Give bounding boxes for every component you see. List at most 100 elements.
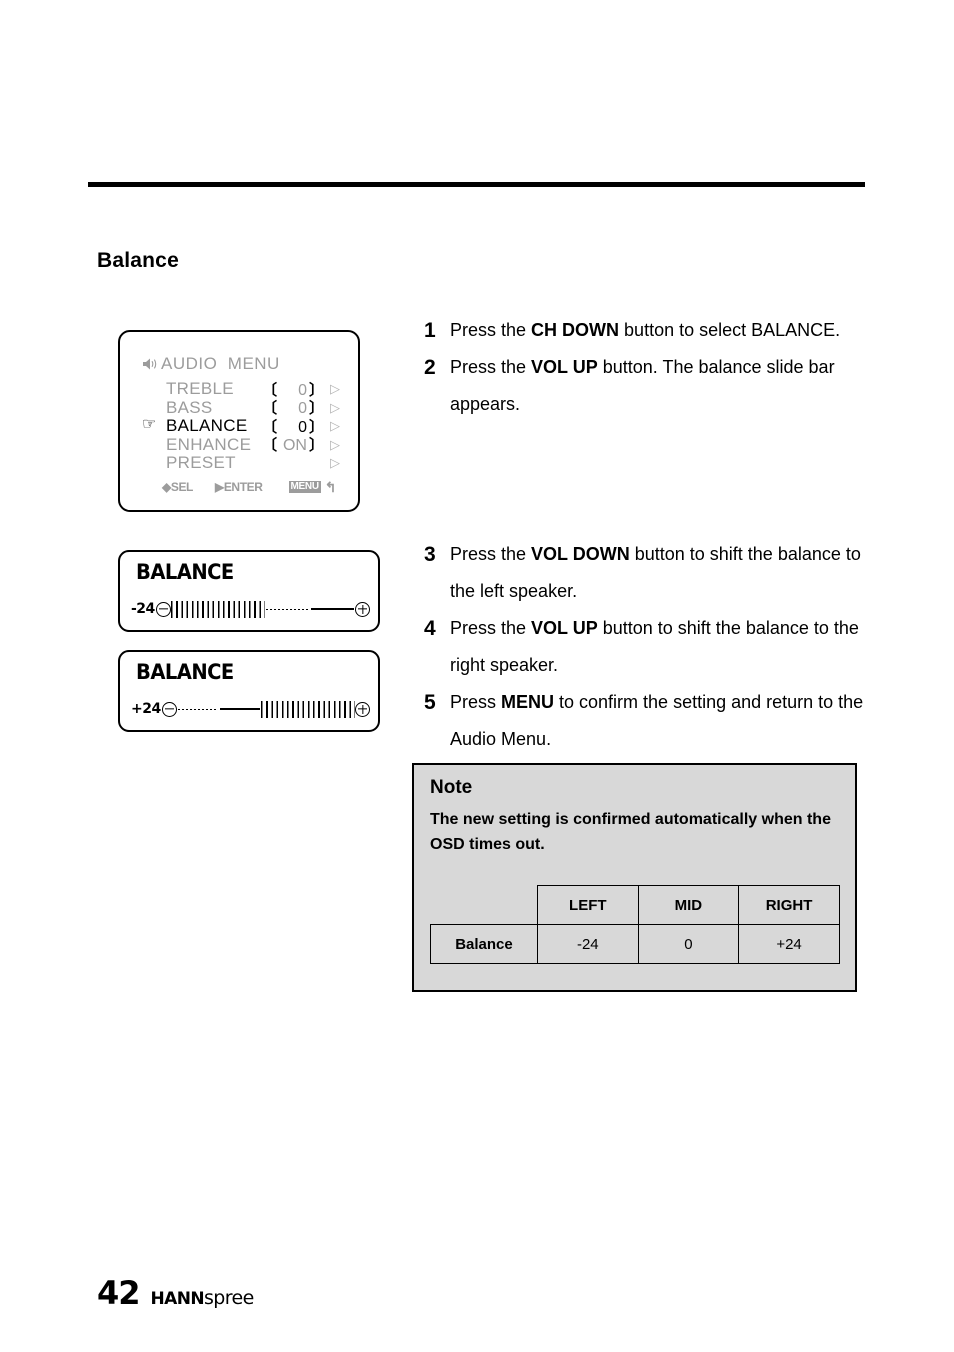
table-cell: -24 xyxy=(536,924,639,964)
instruction-step-3: 3 Press the VOL DOWN button to shift the … xyxy=(424,536,864,610)
instruction-step-4: 4 Press the VOL UP button to shift the ba… xyxy=(424,610,864,684)
page-title: Balance xyxy=(97,249,179,272)
instruction-text-run: button to select BALANCE. xyxy=(619,320,841,340)
balance-bar-right-title: BALANCE xyxy=(136,660,234,684)
balance-bar-left-ticks xyxy=(170,600,265,618)
instruction-step-number: 2 xyxy=(424,356,436,379)
instruction-step-number: 3 xyxy=(424,543,436,566)
osd-hint-enter-label: ENTER xyxy=(223,480,263,494)
osd-item-enhance[interactable]: ENHANCE 〔 ON 〕 ▷ xyxy=(166,434,340,455)
plus-circle-icon xyxy=(355,601,371,617)
balance-bar-right-solid xyxy=(219,708,260,710)
balance-bar-left-track: -24 xyxy=(131,598,371,620)
bracket-close-icon: 〕 xyxy=(308,436,324,455)
osd-hint-menu: MENU ↰ xyxy=(288,478,337,496)
minus-circle-icon xyxy=(161,701,177,717)
balance-bar-left-amount: -24 xyxy=(131,601,155,617)
note-body: The new setting is confirmed automatical… xyxy=(430,811,831,853)
brand-logo: HANNspree xyxy=(150,1285,255,1309)
minus-circle-icon xyxy=(155,601,171,617)
note-panel: Note The new setting is confirmed automa… xyxy=(412,763,857,992)
play-triangle-icon: ▶ xyxy=(214,480,224,494)
instruction-step-text: Press the VOL UP button. The balance sli… xyxy=(450,349,864,423)
brand-logo-bold: HANN xyxy=(150,1289,205,1309)
balance-bar-left-panel: BALANCE -24 xyxy=(118,550,380,632)
osd-item-bass[interactable]: BASS 〔 0 〕 ▷ xyxy=(166,397,340,418)
osd-hint-menu-label: MENU xyxy=(288,481,321,493)
instruction-step-number: 1 xyxy=(424,319,436,342)
osd-item-label: PRESET xyxy=(166,453,236,473)
page-footer: 42 HANNspree xyxy=(97,1274,254,1312)
page-number: 42 xyxy=(97,1274,141,1312)
osd-title-row: AUDIO MENU xyxy=(142,354,340,374)
osd-hint-bar: ◆ SEL ▶ ENTER MENU ↰ xyxy=(162,479,340,496)
balance-bar-right-amount: +24 xyxy=(131,701,161,717)
instruction-step-number: 4 xyxy=(424,617,436,640)
header-rule xyxy=(88,182,865,187)
instruction-step-5: 5 Press MENU to confirm the setting and r… xyxy=(424,684,864,758)
osd-item-label: TREBLE xyxy=(166,379,234,399)
osd-item-label: ENHANCE xyxy=(166,434,252,454)
osd-item-value: 〔 ON 〕 xyxy=(262,434,324,455)
instruction-text-run: Press the xyxy=(450,357,532,377)
osd-item-label: BALANCE xyxy=(166,416,248,436)
table-row: Balance -24 0 +24 xyxy=(430,924,840,964)
chevron-right-icon: ▷ xyxy=(330,455,340,471)
diamond-icon: ◆ xyxy=(162,480,171,494)
osd-item-preset[interactable]: PRESET ▷ xyxy=(166,453,340,473)
osd-hint-sel-label: SEL xyxy=(170,480,194,494)
chevron-right-icon: ▷ xyxy=(330,418,340,434)
balance-bar-right-dotted xyxy=(177,708,218,710)
instruction-step-text: Press MENU to confirm the setting and re… xyxy=(450,684,864,758)
osd-item-label: BASS xyxy=(166,397,213,417)
instruction-text-run: Press the xyxy=(450,618,532,638)
return-arrow-icon: ↰ xyxy=(324,478,337,495)
osd-title: AUDIO MENU xyxy=(161,354,280,373)
instruction-text-run: Press xyxy=(450,692,502,712)
balance-range-table-body: Balance -24 0 +24 xyxy=(430,924,840,964)
osd-content: AUDIO MENU TREBLE 〔 0 〕 ▷ BASS 〔 0 〕 ▷ ☞ BALANCE 〔 0 〕… xyxy=(120,332,358,510)
table-column-header: RIGHT xyxy=(738,885,840,925)
osd-item-list: TREBLE 〔 0 〕 ▷ BASS 〔 0 〕 ▷ ☞ BALANCE 〔 0 〕 ▷ ENHANCE 〔 ON… xyxy=(142,379,340,473)
instruction-list-1: 1 Press the CH DOWN button to select BALA… xyxy=(424,312,864,423)
instruction-text-run: Press the xyxy=(450,544,532,564)
table-cell: 0 xyxy=(637,924,740,964)
speaker-icon-svg xyxy=(143,358,157,370)
table-column-header: MID xyxy=(637,885,740,925)
chevron-right-icon: ▷ xyxy=(330,381,340,397)
table-row-header: Balance xyxy=(430,924,538,964)
instruction-step-number: 5 xyxy=(424,691,436,714)
balance-range-table: LEFT MID RIGHT Balance -24 0 +24 xyxy=(430,885,840,964)
instruction-step-text: Press the CH DOWN button to select BALAN… xyxy=(450,312,840,349)
instruction-step-1: 1 Press the CH DOWN button to select BALA… xyxy=(424,312,864,349)
chevron-right-icon: ▷ xyxy=(330,436,340,452)
balance-bar-left-title: BALANCE xyxy=(136,560,234,584)
instruction-emphasis: VOL UP xyxy=(531,357,598,377)
balance-bar-left-solid xyxy=(310,608,355,610)
balance-bar-right-track: +24 xyxy=(131,698,370,720)
bracket-open-icon: 〔 xyxy=(262,436,278,455)
instruction-emphasis: CH DOWN xyxy=(531,320,620,340)
osd-hint-sel: ◆ SEL xyxy=(162,480,193,494)
balance-bar-right-panel: BALANCE +24 xyxy=(118,650,380,732)
balance-bar-right-ticks xyxy=(261,700,355,718)
table-column-header: LEFT xyxy=(536,885,639,925)
plus-circle-icon xyxy=(355,701,370,717)
osd-item-number: ON xyxy=(282,437,307,455)
instruction-step-text: Press the VOL DOWN button to shift the b… xyxy=(450,536,864,610)
osd-hint-enter: ▶ ENTER xyxy=(215,480,263,494)
osd-item-treble[interactable]: TREBLE 〔 0 〕 ▷ xyxy=(166,379,340,399)
speaker-icon xyxy=(142,356,159,372)
instruction-emphasis: VOL DOWN xyxy=(531,544,630,564)
balance-bar-left-dotted xyxy=(265,608,309,610)
note-title: Note xyxy=(430,777,473,798)
instruction-step-text: Press the VOL UP button to shift the bal… xyxy=(450,610,864,684)
instruction-step-2: 2 Press the VOL UP button. The balance sl… xyxy=(424,349,864,423)
table-header-row: LEFT MID RIGHT xyxy=(431,885,840,925)
instruction-list-2: 3 Press the VOL DOWN button to shift the … xyxy=(424,536,864,758)
chevron-right-icon: ▷ xyxy=(330,399,340,415)
table-corner-cell xyxy=(431,886,538,925)
instruction-emphasis: MENU xyxy=(501,692,555,712)
osd-audio-menu-panel: AUDIO MENU TREBLE 〔 0 〕 ▷ BASS 〔 0 〕 ▷ ☞ BALANCE 〔 0 〕… xyxy=(118,330,360,512)
osd-item-balance[interactable]: ☞ BALANCE 〔 0 〕 ▷ xyxy=(142,416,340,436)
